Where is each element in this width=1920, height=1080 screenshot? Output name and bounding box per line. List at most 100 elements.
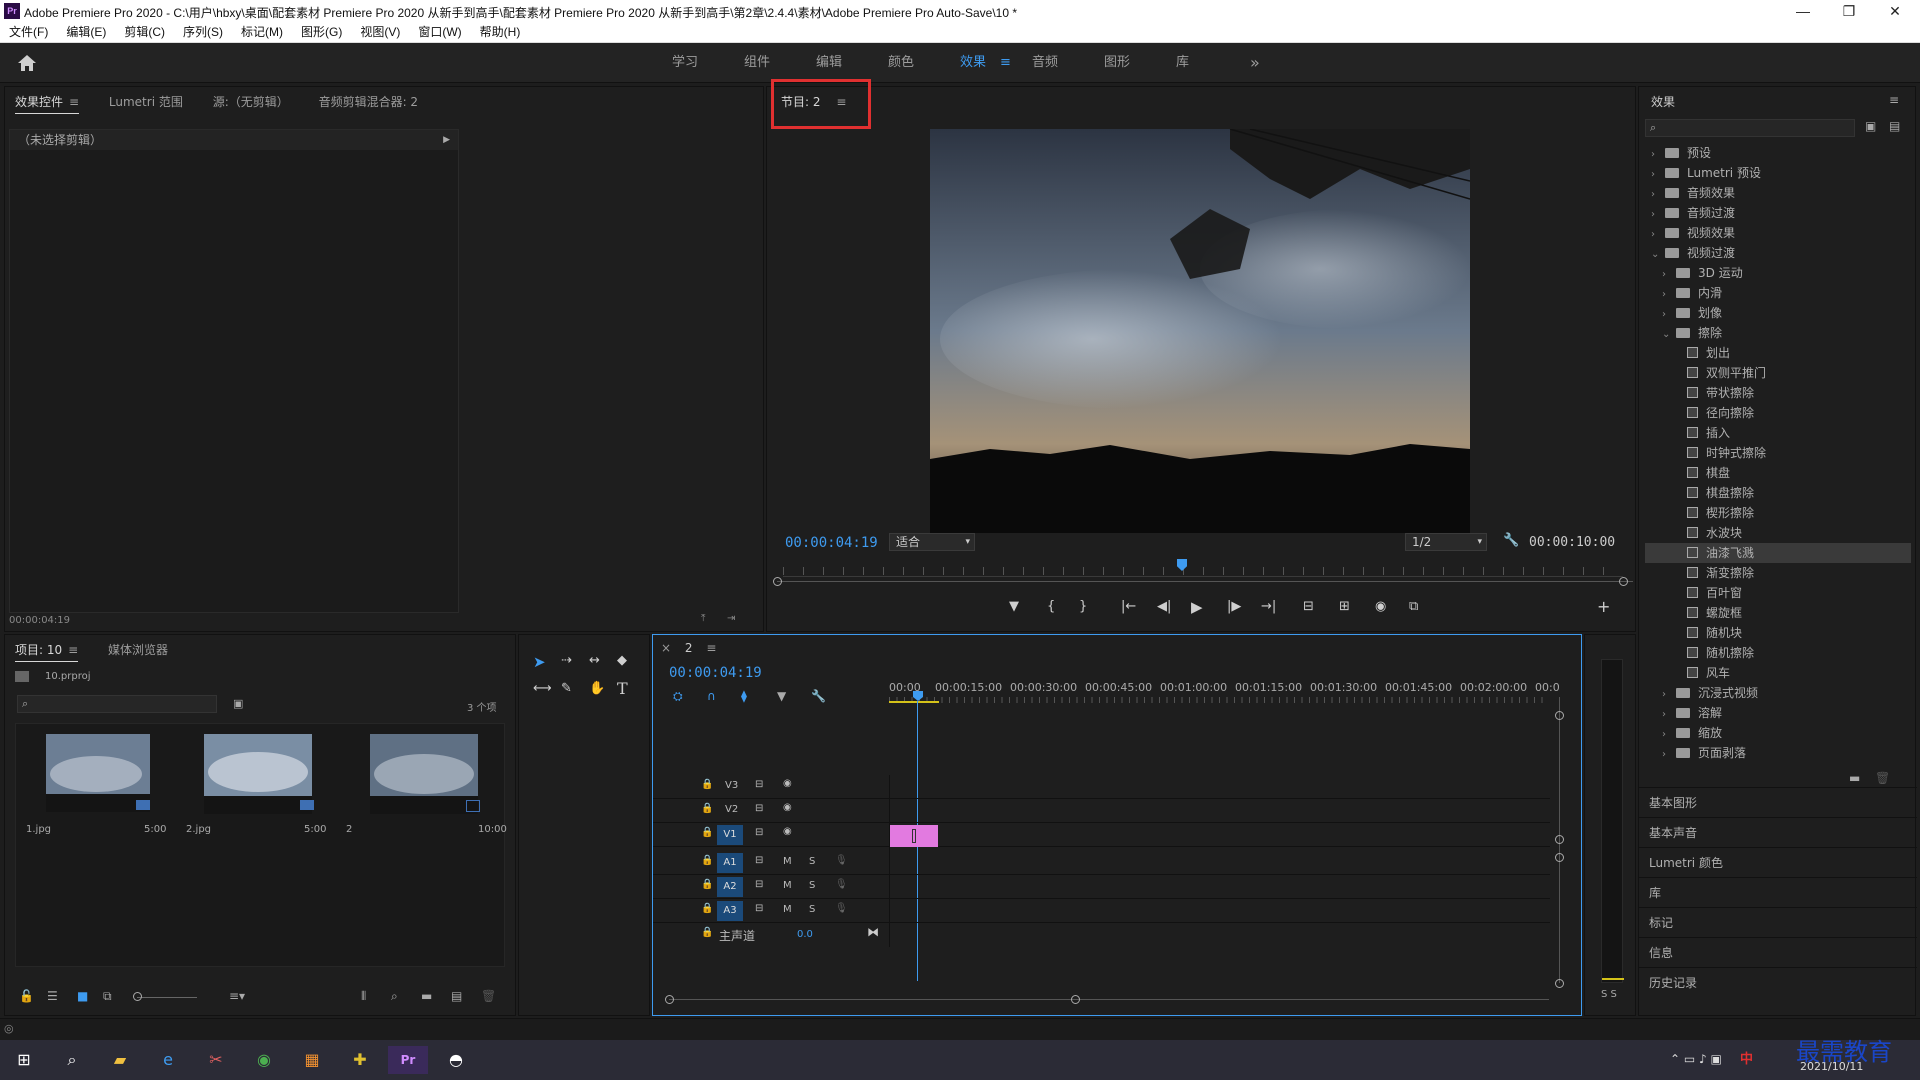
lock-icon[interactable]: 🔒 (701, 927, 713, 938)
chevron-right-icon[interactable]: › (1662, 725, 1674, 745)
lock-icon[interactable]: 🔒 (701, 779, 713, 790)
effect-item[interactable]: 随机块 (1645, 623, 1911, 643)
sync-lock-icon[interactable]: ⊟ (755, 803, 763, 814)
expand-arrow-icon[interactable]: ▶ (443, 130, 450, 150)
effect-item[interactable]: 带状擦除 (1645, 383, 1911, 403)
find-icon[interactable]: ⌕ (391, 989, 398, 1004)
chevron-down-icon[interactable]: ⌄ (1651, 245, 1663, 265)
effect-item[interactable]: 百叶窗 (1645, 583, 1911, 603)
timeline-tab[interactable]: × 2 ≡ (661, 641, 716, 655)
new-item-icon[interactable]: ▤ (451, 989, 462, 1003)
libraries-panel[interactable]: 库 (1639, 877, 1917, 907)
effect-item[interactable]: 楔形擦除 (1645, 503, 1911, 523)
edge-icon[interactable]: e (148, 1046, 188, 1074)
chevron-right-icon[interactable]: › (1651, 225, 1663, 245)
tab-effect-controls[interactable]: 效果控件 ≡ (15, 93, 80, 114)
zoom-handle-right[interactable] (1619, 577, 1628, 586)
lock-icon[interactable]: 🔓 (19, 989, 34, 1003)
step-forward-icon[interactable]: |▶ (1227, 599, 1241, 614)
file-explorer-icon[interactable]: ▰ (100, 1046, 140, 1074)
effects-folder[interactable]: › 音频过渡 (1645, 203, 1911, 223)
sync-lock-icon[interactable]: ⊟ (755, 879, 763, 890)
sync-lock-icon[interactable]: ⊟ (755, 903, 763, 914)
solo-button[interactable]: S (809, 880, 815, 891)
mark-out-icon[interactable]: } (1079, 599, 1087, 614)
solo-button[interactable]: S (809, 904, 815, 915)
tab-audio-clip-mixer[interactable]: 音频剪辑混合器: 2 (319, 93, 419, 110)
program-scrub-bar[interactable] (783, 559, 1623, 577)
effects-search-input[interactable]: ⌕ (1645, 119, 1855, 137)
microphone-icon[interactable]: 🎙 (835, 903, 848, 914)
scroll-handle[interactable] (1555, 979, 1564, 988)
ripple-edit-tool-icon[interactable]: ↔ (589, 653, 600, 668)
app-icon[interactable]: ◓ (436, 1046, 476, 1074)
workspace-editing[interactable]: 编辑 (816, 43, 842, 83)
mute-button[interactable]: M (783, 904, 792, 915)
new-bin-icon[interactable]: ▬ (421, 989, 432, 1003)
transition-marker[interactable] (912, 829, 916, 843)
effect-item[interactable]: 随机擦除 (1645, 643, 1911, 663)
pen-tool-icon[interactable]: ✎ (561, 681, 572, 696)
workspace-assembly[interactable]: 组件 (744, 43, 770, 83)
track-label[interactable]: V1 (717, 825, 743, 845)
effect-item[interactable]: 划出 (1645, 343, 1911, 363)
scroll-handle[interactable] (1071, 995, 1080, 1004)
chevron-right-icon[interactable]: › (1662, 285, 1674, 305)
program-menu-icon[interactable]: ≡ (836, 95, 846, 109)
go-to-end-icon[interactable]: ⧓ (867, 925, 879, 939)
windows-start-icon[interactable]: ⊞ (4, 1046, 44, 1074)
effect-item[interactable]: 棋盘 (1645, 463, 1911, 483)
timeline-clip[interactable] (890, 825, 938, 847)
menu-window[interactable]: 窗口(W) (409, 22, 470, 43)
menu-sequence[interactable]: 序列(S) (174, 22, 232, 43)
eye-icon[interactable]: ◉ (783, 778, 792, 789)
eye-icon[interactable]: ◉ (783, 826, 792, 837)
effect-item[interactable]: 时钟式擦除 (1645, 443, 1911, 463)
workspace-menu-icon[interactable]: ≡ (1000, 43, 1011, 83)
new-custom-bin-icon[interactable]: ▬ (1849, 771, 1860, 785)
automate-icon[interactable]: ⦀ (361, 989, 366, 1004)
go-to-in-icon[interactable]: |← (1121, 599, 1136, 614)
effect-item[interactable]: 油漆飞溅 (1645, 543, 1911, 563)
yuv-effects-icon[interactable]: ▤ (1889, 119, 1900, 133)
menu-edit[interactable]: 编辑(E) (57, 22, 115, 43)
tab-project[interactable]: 项目: 10 ≡ (15, 641, 79, 662)
search-icon[interactable]: ⌕ (52, 1046, 92, 1074)
menu-view[interactable]: 视图(V) (351, 22, 409, 43)
button-editor-icon[interactable]: + (1597, 597, 1610, 616)
effects-folder[interactable]: › 划像 (1645, 303, 1911, 323)
export-frame-icon[interactable]: ⤒ (701, 613, 705, 624)
work-area-bar[interactable] (889, 701, 939, 703)
scroll-handle[interactable] (1555, 711, 1564, 720)
premiere-taskbar-icon[interactable]: Pr (388, 1046, 428, 1074)
chevron-right-icon[interactable]: › (1662, 705, 1674, 725)
close-tab-icon[interactable]: × (661, 641, 671, 655)
camera-icon[interactable]: ◉ (1375, 599, 1386, 614)
eye-icon[interactable]: ◉ (783, 802, 792, 813)
hand-tool-icon[interactable]: ✋ (589, 681, 605, 696)
ime-indicator[interactable]: 中 (1740, 1048, 1753, 1067)
lock-icon[interactable]: 🔒 (701, 879, 713, 890)
play-icon[interactable]: ▶ (1191, 598, 1203, 616)
minimize-button[interactable]: — (1780, 0, 1826, 22)
chevron-right-icon[interactable]: › (1651, 165, 1663, 185)
menu-markers[interactable]: 标记(M) (232, 22, 292, 43)
type-tool-icon[interactable]: T (617, 679, 628, 698)
chevron-right-icon[interactable]: › (1662, 265, 1674, 285)
filter-icon[interactable]: ⇥ (727, 613, 735, 624)
delete-icon[interactable]: 🗑 (481, 989, 496, 1003)
essential-sound-panel[interactable]: 基本声音 (1639, 817, 1917, 847)
project-item-2[interactable]: 2.jpg 5:00 (180, 728, 338, 848)
effect-item[interactable]: 风车 (1645, 663, 1911, 683)
close-button[interactable]: ✕ (1872, 0, 1918, 22)
add-marker-icon[interactable]: ▼ (777, 689, 786, 703)
nest-toggle-icon[interactable]: ⛭ (673, 689, 683, 704)
list-view-icon[interactable]: ☰ (47, 989, 58, 1003)
sync-lock-icon[interactable]: ⊟ (755, 779, 763, 790)
menu-graphics[interactable]: 图形(G) (292, 22, 351, 43)
tab-source[interactable]: 源:（无剪辑） (213, 93, 289, 110)
effects-folder[interactable]: › 音频效果 (1645, 183, 1911, 203)
mute-button[interactable]: M (783, 880, 792, 891)
freeform-view-icon[interactable]: ⧉ (103, 989, 112, 1004)
slip-tool-icon[interactable]: ⟷ (533, 681, 552, 696)
